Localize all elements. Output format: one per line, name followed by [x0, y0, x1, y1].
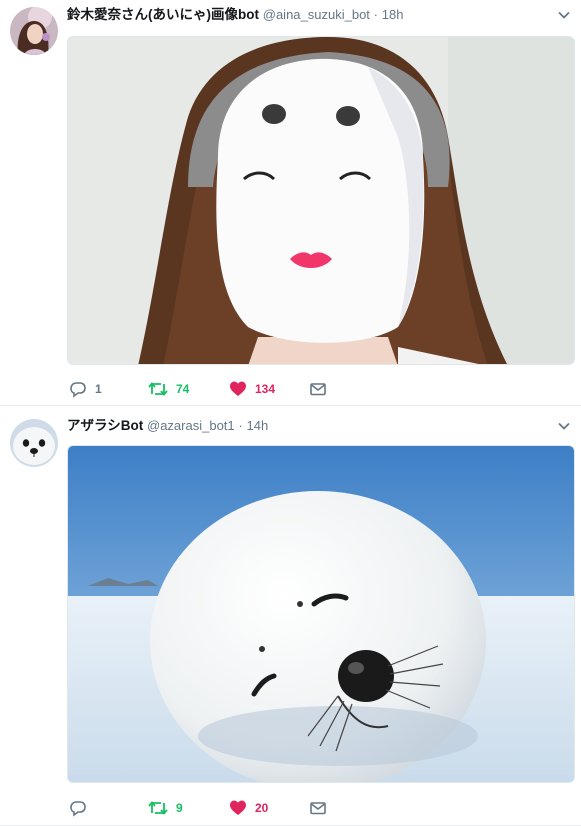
handle[interactable]: @azarasi_bot1 — [147, 418, 235, 433]
separator-dot: · — [373, 7, 379, 22]
chevron-down-icon[interactable] — [557, 8, 571, 22]
timestamp[interactable]: 14h — [247, 418, 269, 433]
retweet-button[interactable]: 74 — [148, 379, 189, 399]
retweet-count: 9 — [176, 801, 183, 815]
envelope-icon — [310, 383, 326, 396]
timestamp[interactable]: 18h — [382, 7, 404, 22]
avatar[interactable] — [10, 419, 58, 467]
photo-masked-person-image — [68, 37, 574, 364]
heart-icon — [230, 381, 246, 396]
reply-icon — [70, 382, 86, 398]
tweet[interactable]: 鈴木愛奈さん(あいにゃ)画像bot @aina_suzuki_bot · 18h — [0, 0, 581, 406]
separator-dot: · — [238, 418, 243, 433]
like-button[interactable]: 20 — [229, 798, 268, 818]
envelope-icon — [310, 802, 326, 815]
retweet-button[interactable]: 9 — [148, 798, 183, 818]
retweet-count: 74 — [176, 382, 190, 396]
tweet-header: アザラシBot @azarasi_bot1 · 14h — [67, 417, 571, 435]
direct-message-button[interactable] — [309, 379, 327, 399]
display-name[interactable]: アザラシBot — [67, 418, 143, 433]
handle[interactable]: @aina_suzuki_bot — [263, 7, 370, 22]
retweet-icon — [148, 382, 168, 396]
tweet-header: 鈴木愛奈さん(あいにゃ)画像bot @aina_suzuki_bot · 18h — [67, 6, 571, 24]
avatar[interactable] — [10, 7, 58, 55]
chevron-down-icon[interactable] — [557, 419, 571, 433]
photo-baby-seal-image — [68, 446, 574, 782]
like-count: 20 — [255, 801, 269, 815]
tweet[interactable]: アザラシBot @azarasi_bot1 · 14h 9 20 — [0, 407, 581, 826]
reply-count: 1 — [95, 382, 102, 396]
like-button[interactable]: 134 — [229, 379, 275, 399]
reply-button[interactable] — [69, 798, 95, 818]
tweet-photo[interactable] — [67, 445, 575, 783]
reply-button[interactable]: 1 — [69, 379, 102, 399]
direct-message-button[interactable] — [309, 798, 327, 818]
retweet-icon — [148, 801, 168, 815]
portrait-avatar-icon — [10, 7, 58, 55]
heart-icon — [230, 800, 246, 815]
tweet-photo[interactable] — [67, 36, 575, 365]
reply-icon — [70, 801, 86, 817]
seal-avatar-icon — [10, 419, 58, 467]
display-name[interactable]: 鈴木愛奈さん(あいにゃ)画像bot — [67, 7, 259, 22]
like-count: 134 — [255, 382, 276, 396]
